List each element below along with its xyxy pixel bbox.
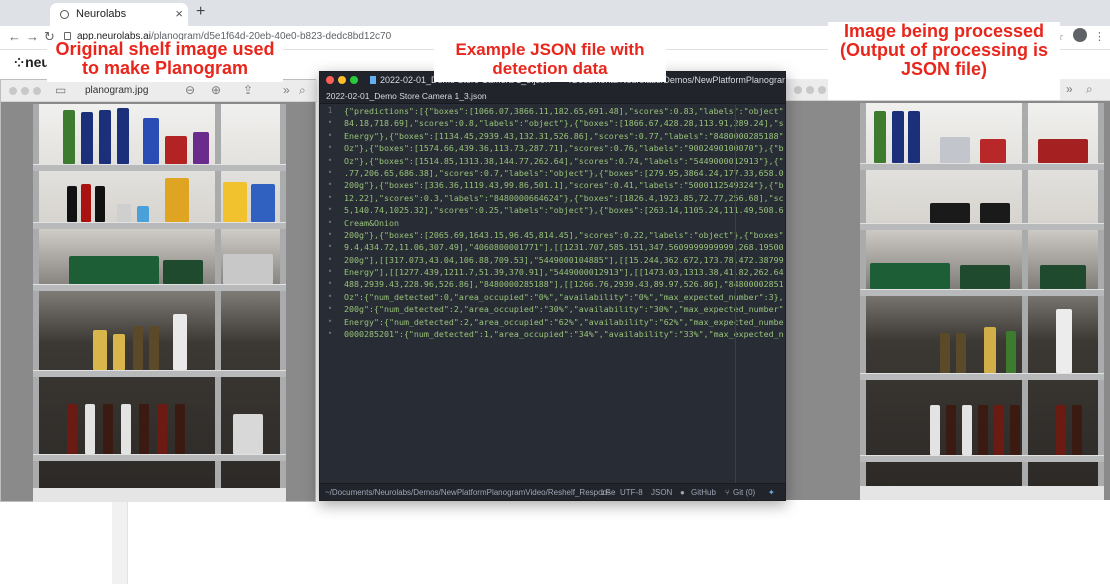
code-line[interactable]: 5,140.74,1025.32],"scores":0.25,"labels"… — [344, 204, 784, 216]
code-line[interactable]: Oz":{"num_detected":0,"area_occupied":"0… — [344, 291, 784, 303]
status-git[interactable]: Git (0) — [733, 488, 755, 497]
app-content-panel — [112, 500, 1110, 584]
preview-file-name: planogram.jpg — [85, 85, 149, 96]
window-minimize-button[interactable] — [806, 86, 814, 94]
window-zoom-button[interactable] — [350, 76, 358, 84]
annotation-json-file: Example JSON file with detection data — [434, 40, 666, 82]
annotation-processed-image: Image being processed (Output of process… — [828, 22, 1060, 100]
shelf-image-processed — [860, 103, 1104, 500]
shelf-image-original — [33, 104, 286, 502]
line-number-gutter: 1 • • • • • • • • • • • • • • • • • • — [320, 105, 340, 485]
zoom-in-icon[interactable]: ⊕ — [211, 83, 221, 97]
wrap-guide — [735, 105, 736, 485]
preview-window-processing: » ⌕ — [786, 79, 1110, 500]
code-line[interactable]: 0000285201":{"num_detected":1,"area_occu… — [344, 328, 784, 340]
share-icon[interactable]: ⇪ — [243, 83, 253, 97]
status-encoding[interactable]: UTF-8 — [620, 488, 643, 497]
editor-file-tab[interactable]: 2022-02-01_Demo Store Camera 1_3.json — [320, 89, 785, 104]
window-close-button[interactable] — [326, 76, 334, 84]
code-line[interactable]: 200g"},{"boxes":[336.36,1119.43,99.86,50… — [344, 179, 784, 191]
more-tools-icon[interactable]: » — [283, 83, 290, 97]
window-minimize-button[interactable] — [338, 76, 346, 84]
code-line[interactable]: Energy"],[[1277.439,1211.7,51.39,370.91]… — [344, 266, 784, 278]
line-number: • — [327, 192, 333, 202]
notification-icon[interactable]: ✦ — [768, 488, 775, 497]
line-number: • — [327, 329, 333, 339]
code-line[interactable]: Oz"},{"boxes":[1574.66,439.36,113.73,287… — [344, 142, 784, 154]
line-number: • — [327, 180, 333, 190]
preview-window-planogram: ▭ planogram.jpg ⊖ ⊕ ⇪ » ⌕ — [0, 79, 317, 502]
line-number: • — [327, 242, 333, 252]
json-code-area[interactable]: {"predictions":[{"boxes":[1066.07,3866.1… — [344, 105, 784, 485]
logo-mark-icon: ⁘ — [14, 56, 24, 70]
window-minimize-button[interactable] — [21, 87, 29, 95]
code-line[interactable]: Oz"},{"boxes":[1514.85,1313.38,144.77,26… — [344, 155, 784, 167]
back-arrow-icon[interactable]: ← — [8, 29, 21, 44]
code-line[interactable]: 9.4,434.72,11.06,307.49],"4060800001771"… — [344, 241, 784, 253]
code-line[interactable]: Energy":{"num_detected":2,"area_occupied… — [344, 316, 784, 328]
tab-title: Neurolabs — [76, 8, 127, 20]
line-number: • — [327, 118, 333, 128]
line-number: • — [327, 217, 333, 227]
window-zoom-button[interactable] — [818, 86, 826, 94]
status-grammar[interactable]: JSON — [651, 488, 672, 497]
site-favicon-icon — [60, 10, 69, 19]
new-tab-button[interactable]: + — [196, 3, 205, 21]
line-number: • — [327, 279, 333, 289]
status-file-path[interactable]: ~/Documents/Neurolabs/Demos/NewPlatformP… — [325, 488, 615, 497]
search-icon[interactable]: ⌕ — [299, 83, 306, 98]
code-line[interactable]: 84.18,718.69],"scores":0.8,"labels":"obj… — [344, 117, 784, 129]
json-editor-window: 2022-02-01_Demo Store Camera 1_3.json — … — [319, 71, 786, 501]
line-number: • — [327, 254, 333, 264]
github-icon[interactable]: ● — [680, 488, 685, 497]
close-tab-icon[interactable]: × — [175, 6, 183, 21]
line-number: • — [327, 205, 333, 215]
annotation-original-image: Original shelf image used to make Planog… — [47, 40, 283, 82]
line-number: • — [327, 229, 333, 239]
editor-status-bar: ~/Documents/Neurolabs/Demos/NewPlatformP… — [320, 483, 785, 500]
code-line[interactable]: 12.22],"scores":0.3,"labels":"8480000664… — [344, 192, 784, 204]
line-number: • — [327, 167, 333, 177]
status-github[interactable]: GitHub — [691, 488, 716, 497]
menu-kebab-icon[interactable]: ⋮ — [1094, 30, 1105, 43]
code-line[interactable]: 200g"],[[317.073,43.04,106.88,709.53],"5… — [344, 254, 784, 266]
screen: Neurolabs × + ← → ↻ app.neurolabs.ai/pla… — [0, 0, 1110, 584]
code-line[interactable]: 488,2939.43,228.96,526.86],"848000028518… — [344, 278, 784, 290]
zoom-out-icon[interactable]: ⊖ — [185, 83, 195, 97]
window-close-button[interactable] — [794, 86, 802, 94]
more-tools-icon[interactable]: » — [1066, 82, 1073, 96]
sidebar-toggle-icon[interactable]: ▭ — [55, 83, 66, 97]
line-number: • — [327, 304, 333, 314]
line-number: • — [327, 155, 333, 165]
line-number: • — [327, 316, 333, 326]
line-number: 1 — [327, 106, 333, 115]
browser-tab[interactable]: Neurolabs × — [50, 3, 188, 26]
line-number: • — [327, 143, 333, 153]
app-logo[interactable]: ⁘ neu — [14, 54, 50, 70]
preview-window-titlebar[interactable]: ▭ planogram.jpg ⊖ ⊕ ⇪ » ⌕ — [1, 80, 317, 102]
code-line[interactable]: Cream&Onion — [344, 217, 784, 229]
git-branch-icon[interactable]: ⑂ — [725, 488, 730, 497]
line-number: • — [327, 267, 333, 277]
code-line[interactable]: {"predictions":[{"boxes":[1066.07,3866.1… — [344, 105, 784, 117]
window-close-button[interactable] — [9, 87, 17, 95]
forward-arrow-icon[interactable]: → — [26, 29, 39, 44]
search-icon[interactable]: ⌕ — [1086, 82, 1093, 97]
window-zoom-button[interactable] — [33, 87, 41, 95]
code-line[interactable]: 200g":{"num_detected":2,"area_occupied":… — [344, 303, 784, 315]
status-line-ending[interactable]: LF — [601, 488, 610, 497]
editor-tab-label: 2022-02-01_Demo Store Camera 1_3.json — [326, 91, 487, 101]
line-number: • — [327, 130, 333, 140]
profile-avatar[interactable] — [1073, 28, 1087, 42]
code-line[interactable]: 200g"},{"boxes":[2065.69,1643.15,96.45,8… — [344, 229, 784, 241]
code-line[interactable]: Energy"},{"boxes":[1134.45,2939.43,132.3… — [344, 130, 784, 142]
code-line[interactable]: .77,206.65,686.38],"scores":0.7,"labels"… — [344, 167, 784, 179]
line-number: • — [327, 291, 333, 301]
json-file-icon — [370, 76, 376, 84]
